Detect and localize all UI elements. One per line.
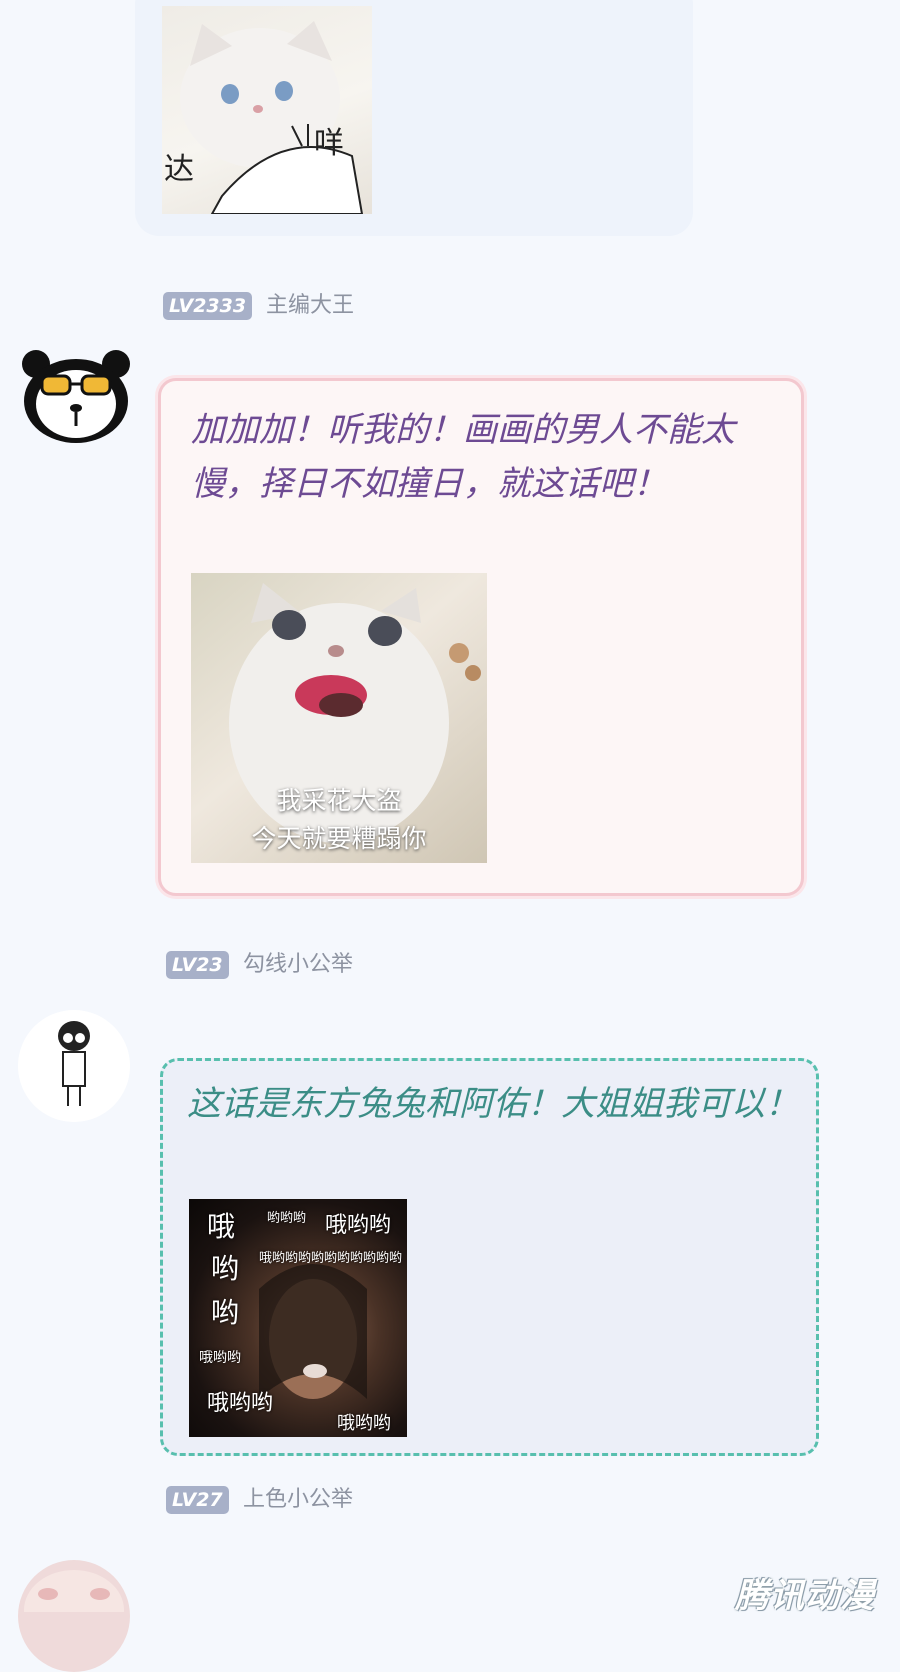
meme-word: 哦哟哟 (199, 1350, 241, 1366)
username[interactable]: 勾线小公举 (243, 951, 353, 979)
username[interactable]: 主编大王 (266, 292, 354, 320)
blush-face-icon (24, 1570, 124, 1650)
message-text: 加加加！听我的！画画的男人不能太慢，择日不如撞日，就这话吧！ (191, 410, 735, 504)
message-text: 这话是东方兔兔和阿佑！大姐姐我可以！ (187, 1084, 799, 1124)
avatar-blush[interactable] (18, 1560, 130, 1672)
cat-meme-image[interactable]: 我采花大盗 今天就要糟蹋你 (191, 573, 487, 863)
message-bubble: 加加加！听我的！画画的男人不能太慢，择日不如撞日，就这话吧！ 我采花大盗 今天就… (158, 378, 804, 896)
panda-icon (22, 350, 130, 443)
sticker-word: 达 (164, 152, 194, 187)
image-caption-line: 我采花大盗 (276, 786, 402, 815)
username[interactable]: 上色小公举 (243, 1486, 353, 1514)
meme-word: 哦哟哟 (325, 1213, 392, 1238)
meme-word: 哟 (211, 1252, 240, 1285)
meme-word: 哦哟哟 (207, 1391, 274, 1416)
level-badge: LV27 (166, 1486, 229, 1514)
doodle-person-icon (18, 1010, 130, 1122)
meme-word: 哦哟哟哟哟哟哟哟哟哟哟 (259, 1251, 403, 1266)
avatar-panda[interactable] (20, 346, 132, 444)
level-badge: LV2333 (163, 292, 253, 320)
cat-sticker-image[interactable]: 达 咩 (162, 6, 372, 214)
level-badge: LV23 (166, 951, 229, 979)
meme-word: 哦 (207, 1210, 236, 1243)
watermark-logo: 腾讯动漫 (735, 1576, 875, 1616)
image-caption-line: 今天就要糟蹋你 (251, 824, 427, 853)
snape-meme-image[interactable]: 哦 哟哟哟 哦哟哟 哟 哦哟哟哟哟哟哟哟哟哟哟 哟 哦哟哟 哦哟哟 哦哟哟 (189, 1199, 407, 1437)
meme-word: 哦哟哟 (337, 1413, 391, 1434)
sticker-word: 咩 (314, 126, 344, 161)
meme-word: 哟 (211, 1296, 240, 1329)
meme-word: 哟哟哟 (267, 1211, 307, 1226)
avatar-doodle-girl[interactable] (18, 1010, 130, 1122)
message-bubble: 这话是东方兔兔和阿佑！大姐姐我可以！ 哦 哟哟哟 哦哟哟 哟 哦哟哟哟哟哟哟哟哟… (160, 1058, 819, 1456)
